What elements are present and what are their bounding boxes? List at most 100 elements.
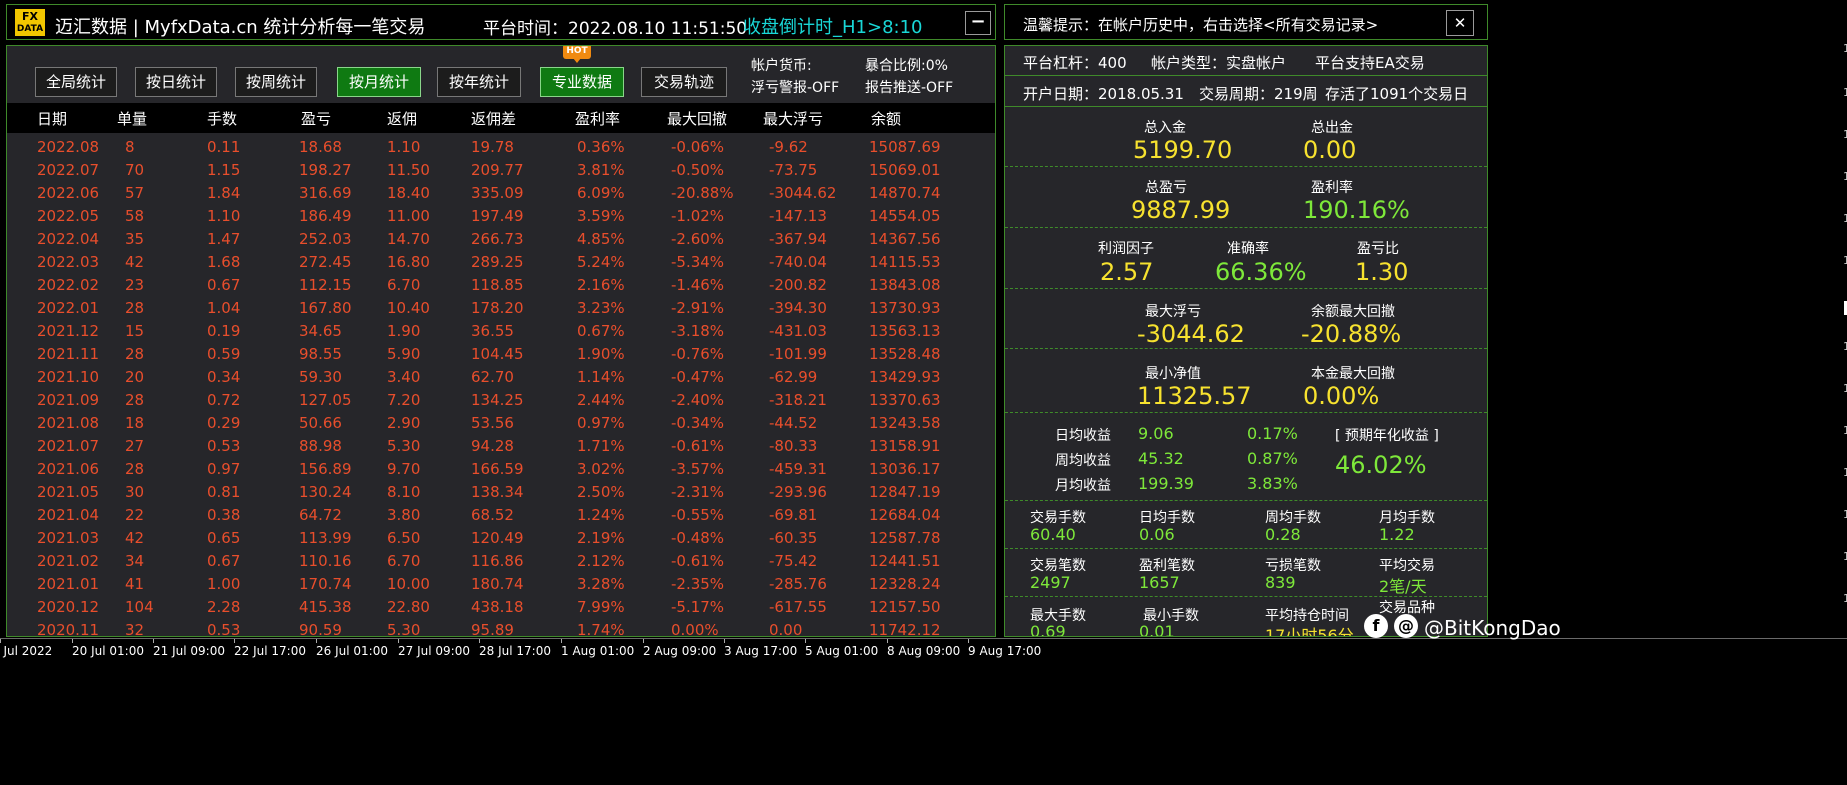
tab-monthly-stats[interactable]: 按月统计 [337,67,421,97]
account-info-row-1: 平台杠杆：400 帐户类型：实盘帐户 平台支持EA交易 [1005,46,1487,76]
tab-weekly-stats[interactable]: 按周统计 [235,67,317,97]
cell-rebate-diff: 134.25 [471,391,524,409]
cell-profit-rate: 2.50% [577,483,625,501]
col-date: 日期 [37,110,68,128]
cell-max-float: -69.81 [769,506,818,524]
trades-section: 交易笔数 2497 盈利笔数 1657 亏损笔数 839 平均交易 2笔/天 [1005,549,1487,597]
cell-balance: 13370.63 [869,391,941,409]
table-row: 2020.12 104 2.28 415.38 22.80 438.18 7.99% -5.1… [7,596,995,619]
cell-max-drawdown: -0.61% [671,437,725,455]
cell-orders: 15 [125,322,145,340]
report-push-toggle[interactable]: 报告推送-OFF [865,77,953,97]
cell-rebate: 6.70 [387,276,421,294]
logo-bottom-text: DATA [16,24,44,34]
cell-rebate-diff: 68.52 [471,506,514,524]
cell-pl: 59.30 [299,368,342,386]
cell-lots: 1.47 [207,230,241,248]
logo-top-text: FX [22,10,38,23]
cell-max-drawdown: -5.17% [671,598,725,616]
table-row: 2021.08 18 0.29 50.66 2.90 53.56 0.97% -0.34% -4… [7,412,995,435]
cell-date: 2021.07 [37,437,100,455]
cell-profit-rate: 2.19% [577,529,625,547]
axis-label: 8 Jul 2022 [0,644,53,658]
cell-profit-rate: 1.14% [577,368,625,386]
daily-income-label: 日均收益 [1055,428,1111,444]
cell-balance: 13843.08 [869,276,941,294]
cell-lots: 0.19 [207,322,241,340]
close-button[interactable]: ✕ [1446,10,1474,36]
axis-tick [153,639,154,643]
account-type: 帐户类型：实盘帐户 [1151,54,1287,72]
tab-trade-track[interactable]: 交易轨迹 [641,67,727,97]
min-equity-value: 11325.57 [1137,382,1252,410]
cell-max-float: -75.42 [769,552,818,570]
pl-ratio-label: 盈亏比 [1357,241,1399,257]
table-row: 2022.07 70 1.15 198.27 11.50 209.77 3.81% -0.50… [7,159,995,182]
time-axis: 8 Jul 2022 20 Jul 01:00 21 Jul 09:00 22 Jul… [0,638,1847,662]
cell-max-drawdown: -3.18% [671,322,725,340]
cell-max-drawdown: -3.57% [671,460,725,478]
float-loss-alert-toggle[interactable]: 浮亏警报-OFF [751,77,839,97]
title-bar: FX DATA 迈汇数据 | MyfxData.cn 统计分析每一笔交易 平台时… [6,4,996,40]
at-icon: @ [1394,614,1418,638]
lots-section: 交易手数 60.40 日均手数 0.06 周均手数 0.28 月均手数 1.22 [1005,501,1487,549]
tab-pro-data[interactable]: 专业数据 [540,67,624,97]
cell-pl: 186.49 [299,207,352,225]
cell-balance: 13158.91 [869,437,941,455]
cell-max-float: -80.33 [769,437,818,455]
total-withdraw-value: 0.00 [1303,136,1357,164]
cell-orders: 57 [125,184,145,202]
price-tick: 1. [1843,592,1847,605]
cell-max-float: -394.30 [769,299,827,317]
tab-daily-stats[interactable]: 按日统计 [135,67,217,97]
cell-orders: 28 [125,345,145,363]
cell-pl: 18.68 [299,138,342,156]
cell-orders: 18 [125,414,145,432]
losses-label: 亏损笔数 [1265,558,1321,574]
cell-rebate: 14.70 [387,230,430,248]
total-pl-value: 9887.99 [1131,196,1231,224]
axis-label: 9 Aug 17:00 [968,644,1042,658]
cell-max-drawdown: 0.00% [671,621,719,637]
axis-label: 3 Aug 17:00 [724,644,798,658]
cell-rebate-diff: 335.09 [471,184,524,202]
cell-balance: 14870.74 [869,184,941,202]
cell-date: 2021.05 [37,483,100,501]
profit-factor-label: 利润因子 [1098,241,1154,257]
cell-max-float: -44.52 [769,414,818,432]
minimize-button[interactable]: − [965,11,991,35]
cell-orders: 42 [125,253,145,271]
min-lots-value: 0.01 [1139,622,1175,637]
cell-max-drawdown: -2.91% [671,299,725,317]
total-pl-label: 总盈亏 [1145,180,1187,196]
cell-date: 2022.03 [37,253,100,271]
cell-balance: 12847.19 [869,483,941,501]
price-tick: 1. [1843,42,1847,55]
profit-rate-label: 盈利率 [1311,180,1353,196]
tab-yearly-stats[interactable]: 按年统计 [437,67,521,97]
cell-balance: 13730.93 [869,299,941,317]
cell-rebate-diff: 120.49 [471,529,524,547]
axis-label: 27 Jul 09:00 [398,644,470,658]
cell-rebate: 22.80 [387,598,430,616]
cell-pl: 316.69 [299,184,352,202]
price-tick: 1. [1843,212,1847,225]
cell-rebate-diff: 62.70 [471,368,514,386]
cell-profit-rate: 1.74% [577,621,625,637]
cell-orders: 42 [125,529,145,547]
cell-lots: 1.00 [207,575,241,593]
table-row: 2021.03 42 0.65 113.99 6.50 120.49 2.19% -0.48%… [7,527,995,550]
cell-max-drawdown: -0.34% [671,414,725,432]
cell-rebate-diff: 209.77 [471,161,524,179]
cell-date: 2021.08 [37,414,100,432]
cell-max-drawdown: -0.48% [671,529,725,547]
axis-tick [398,639,399,643]
tab-global-stats[interactable]: 全局统计 [35,67,117,97]
hot-badge: HOT [563,46,591,63]
cell-balance: 12157.50 [869,598,941,616]
drawdown-section: 最大浮亏 -3044.62 余额最大回撤 -20.88% [1005,289,1487,349]
cell-profit-rate: 0.36% [577,138,625,156]
axis-tick [724,639,725,643]
cell-rebate-diff: 178.20 [471,299,524,317]
axis-label: 28 Jul 17:00 [479,644,551,658]
